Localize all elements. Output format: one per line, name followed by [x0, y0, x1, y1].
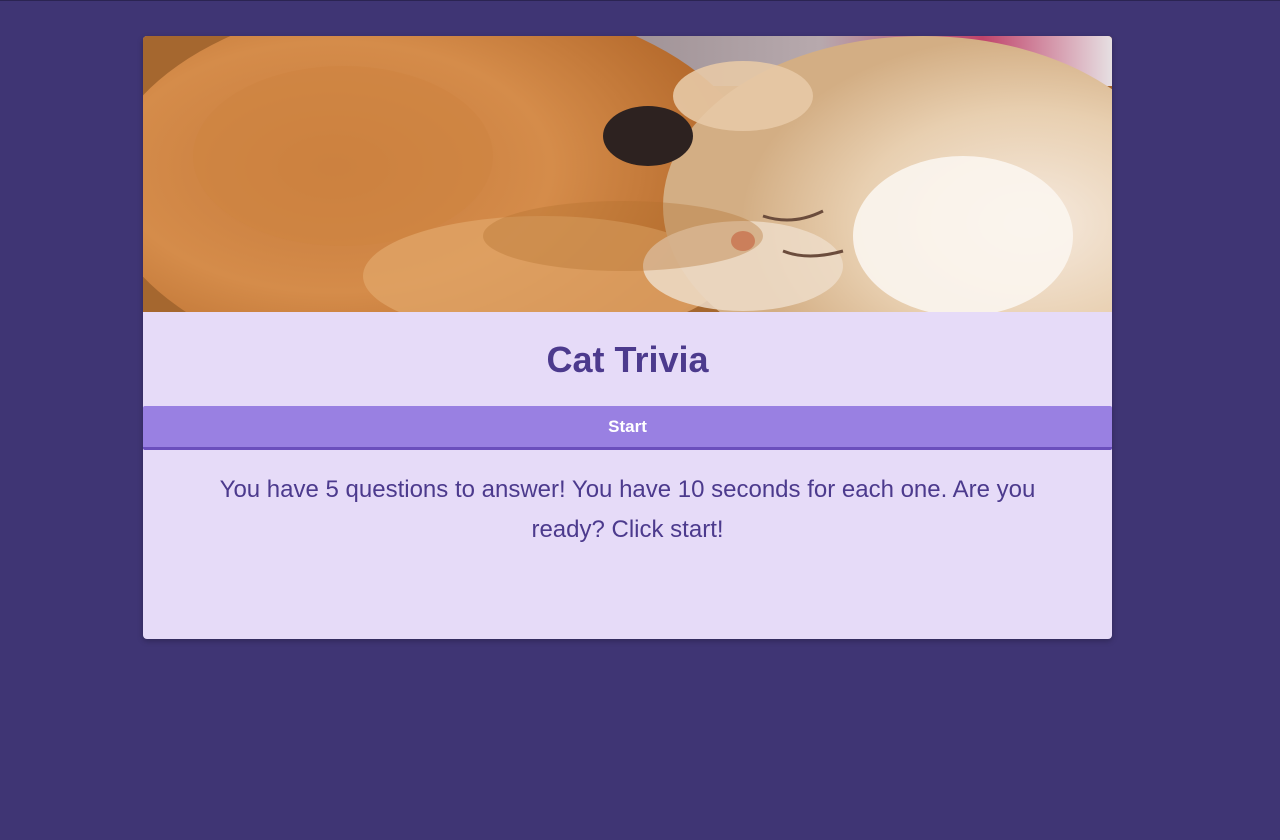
instructions-text: You have 5 questions to answer! You have…: [219, 476, 1036, 543]
cat-hero-image: [143, 36, 1112, 312]
page-title: Cat Trivia: [546, 339, 709, 380]
page-top-border: [0, 0, 1280, 1]
cat-photo-icon: [143, 36, 1112, 312]
trivia-card: Cat Trivia Start You have 5 questions to…: [143, 36, 1112, 639]
start-button[interactable]: Start: [143, 406, 1112, 450]
